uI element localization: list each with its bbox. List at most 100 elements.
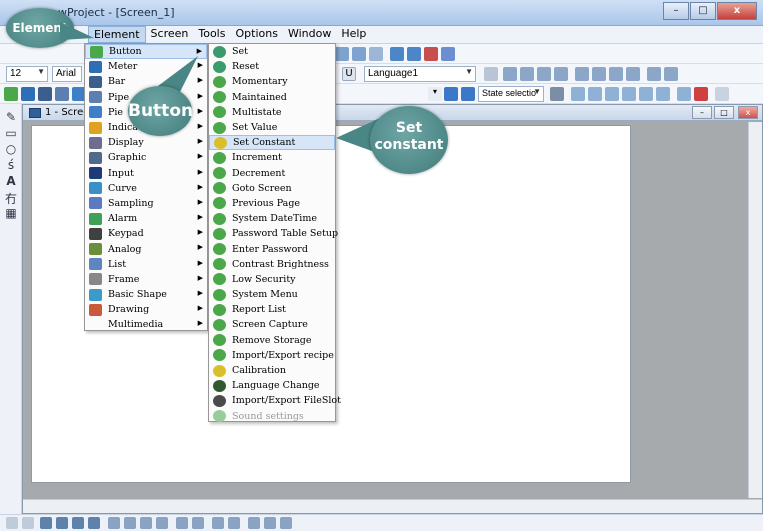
element-menu-item[interactable]: List ▶ [85,257,207,272]
menu-tools[interactable]: Tools [193,26,230,43]
unlock-icon[interactable] [656,87,670,101]
align-top-icon[interactable] [554,67,568,81]
element-menu-item[interactable]: Graphic ▶ [85,150,207,165]
button-submenu-item[interactable]: Increment [209,150,335,165]
menu-window[interactable]: Window [283,26,336,43]
button-submenu-item[interactable]: Remove Storage [209,333,335,348]
dropdown-icon[interactable]: ▾ [428,87,442,101]
order-icon[interactable] [212,517,224,529]
maximize-button[interactable]: □ [690,2,716,20]
element-menu-item[interactable]: Sampling ▶ [85,196,207,211]
align-icon[interactable] [88,517,100,529]
align-right-icon[interactable] [537,67,551,81]
distribute-v-icon[interactable] [626,67,640,81]
element-menu-item[interactable]: Curve ▶ [85,181,207,196]
button-submenu-item[interactable]: Set Value [209,120,335,135]
run-icon[interactable] [424,47,438,61]
align-left-icon[interactable] [503,67,517,81]
order-icon[interactable] [264,517,276,529]
redo-icon[interactable] [407,47,421,61]
circle-icon[interactable]: ○ [4,142,18,156]
button-submenu-item[interactable]: Import/Export recipe [209,348,335,363]
bring-front-icon[interactable] [605,87,619,101]
menu-help[interactable]: Help [336,26,371,43]
tag-icon[interactable] [550,87,564,101]
grid-icon[interactable] [715,87,729,101]
button-submenu-item[interactable]: Import/Export FileSlot [209,393,341,408]
state-select[interactable]: State selectio ▼ [478,86,544,102]
button-submenu-item[interactable]: Language Change [209,378,335,393]
button-submenu-item[interactable]: Screen Capture [209,317,335,332]
vertical-scrollbar[interactable] [748,122,762,498]
order-icon[interactable] [228,517,240,529]
layout-icon[interactable] [6,517,18,529]
zoom-reset-icon[interactable] [369,47,383,61]
button-submenu-item[interactable]: Set [209,44,335,59]
child-restore-button[interactable]: □ [714,106,734,119]
font-name-select[interactable]: Arial [52,66,82,82]
button-submenu-item[interactable]: Previous Page [209,196,335,211]
align-center-icon[interactable] [520,67,534,81]
bar-tool-icon[interactable] [38,87,52,101]
button-submenu-item[interactable]: Low Security [209,272,335,287]
element-menu-item[interactable]: Display ▶ [85,135,207,150]
layout-icon[interactable] [22,517,34,529]
polyline-icon[interactable]: ś [4,158,18,172]
element-menu-item[interactable]: Basic Shape ▶ [85,287,207,302]
align-bottom-icon[interactable] [592,67,606,81]
same-height-icon[interactable] [664,67,678,81]
element-menu-item[interactable]: Drawing ▶ [85,302,207,317]
language-select[interactable]: Language1 ▼ [364,66,476,82]
size-icon[interactable] [192,517,204,529]
table-icon[interactable]: ▦ [4,206,18,220]
menu-screen[interactable]: Screen [146,26,194,43]
button-submenu-item[interactable]: Decrement [209,166,335,181]
button-submenu-item[interactable]: System Menu [209,287,335,302]
button-submenu-item[interactable]: Report List [209,302,335,317]
font-size-select[interactable]: 12 ▼ [6,66,48,82]
compile-icon[interactable] [441,47,455,61]
group-icon[interactable] [571,87,585,101]
order-icon[interactable] [248,517,260,529]
button-tool-icon[interactable] [4,87,18,101]
close-button[interactable]: x [717,2,757,20]
spacing-icon[interactable] [108,517,120,529]
menu-options[interactable]: Options [230,26,282,43]
button-submenu-item[interactable]: Calibration [209,363,335,378]
button-submenu-item[interactable]: Goto Screen [209,181,335,196]
zoom-out-icon[interactable] [352,47,366,61]
state-0-icon[interactable] [444,87,458,101]
element-menu-item[interactable]: Input ▶ [85,166,207,181]
pencil-icon[interactable]: ✎ [4,110,18,124]
delete-icon[interactable] [694,87,708,101]
undo-icon[interactable] [390,47,404,61]
zoom-in-icon[interactable] [335,47,349,61]
button-submenu-item[interactable]: Reset [209,59,335,74]
properties-icon[interactable] [677,87,691,101]
element-menu-item[interactable]: Alarm ▶ [85,211,207,226]
lock-icon[interactable] [639,87,653,101]
element-menu-item[interactable]: Frame ▶ [85,272,207,287]
child-close-button[interactable]: x [738,106,758,119]
spacing-icon[interactable] [140,517,152,529]
element-menu-item[interactable]: Analog ▶ [85,241,207,256]
button-submenu-item[interactable]: Set Constant [209,135,335,151]
button-submenu-item[interactable]: Password Table Setup [209,226,338,241]
pipe-tool-icon[interactable] [55,87,69,101]
scale-icon[interactable]: 冇 [4,190,18,207]
text-icon[interactable]: A [4,174,18,188]
size-icon[interactable] [176,517,188,529]
align-icon[interactable] [72,517,84,529]
button-submenu-item[interactable]: Maintained [209,90,335,105]
button-submenu-item[interactable]: Contrast Brightness [209,257,335,272]
same-width-icon[interactable] [647,67,661,81]
button-submenu-item[interactable]: System DateTime [209,211,335,226]
distribute-h-icon[interactable] [609,67,623,81]
horizontal-scrollbar[interactable] [23,499,762,513]
send-back-icon[interactable] [622,87,636,101]
spacing-icon[interactable] [156,517,168,529]
child-minimize-button[interactable]: – [692,106,712,119]
spacing-icon[interactable] [124,517,136,529]
button-submenu-item[interactable]: Enter Password [209,241,335,256]
rectangle-icon[interactable]: ▭ [4,126,18,140]
